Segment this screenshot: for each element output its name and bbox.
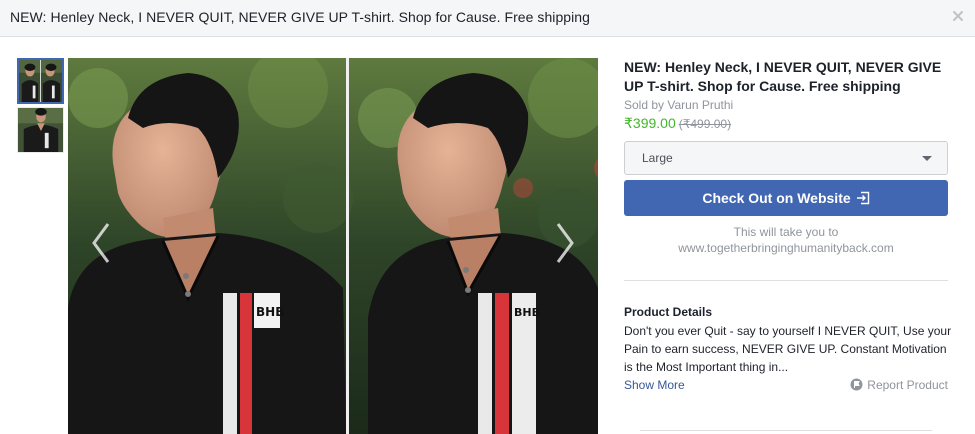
checkout-button[interactable]: Check Out on Website: [624, 180, 948, 216]
tee-logo-left: BHB: [256, 305, 284, 319]
dialog-title: NEW: Henley Neck, I NEVER QUIT, NEVER GI…: [10, 9, 590, 25]
chevron-right-icon[interactable]: [550, 218, 580, 268]
tee-logo-right: BHB: [514, 306, 540, 319]
dialog-header: NEW: Henley Neck, I NEVER QUIT, NEVER GI…: [0, 0, 975, 37]
thumbnail-front-side[interactable]: [17, 58, 64, 104]
price: ₹399.00: [624, 115, 676, 131]
flag-icon: [850, 378, 863, 391]
size-select[interactable]: Large: [624, 141, 948, 175]
details-heading: Product Details: [624, 305, 713, 319]
size-select-value: Large: [642, 151, 673, 165]
show-more-link[interactable]: Show More: [624, 378, 685, 392]
chevron-left-icon[interactable]: [86, 218, 116, 268]
divider: [640, 430, 932, 431]
redirect-note-line1: This will take you to: [733, 225, 839, 239]
product-image: BHB BHB: [68, 58, 598, 434]
price-row: ₹399.00 (₹499.00): [624, 114, 948, 134]
report-label: Report Product: [867, 378, 948, 392]
old-price: (₹499.00): [678, 117, 732, 131]
product-info: NEW: Henley Neck, I NEVER QUIT, NEVER GI…: [624, 58, 948, 134]
external-link-icon: [856, 191, 870, 205]
checkout-label: Check Out on Website: [702, 190, 851, 206]
caret-down-icon: [922, 156, 932, 161]
close-icon[interactable]: [951, 9, 965, 23]
product-title: NEW: Henley Neck, I NEVER QUIT, NEVER GI…: [624, 59, 942, 94]
redirect-url: www.togetherbringinghumanityback.com: [678, 241, 894, 255]
seller-name: Sold by Varun Pruthi: [624, 98, 734, 112]
redirect-note: This will take you to www.togetherbringi…: [624, 224, 948, 256]
report-product-link[interactable]: Report Product: [850, 378, 948, 392]
thumbnail-front[interactable]: [17, 107, 64, 153]
divider: [624, 280, 948, 281]
details-text: Don't you ever Quit - say to yourself I …: [624, 324, 952, 374]
